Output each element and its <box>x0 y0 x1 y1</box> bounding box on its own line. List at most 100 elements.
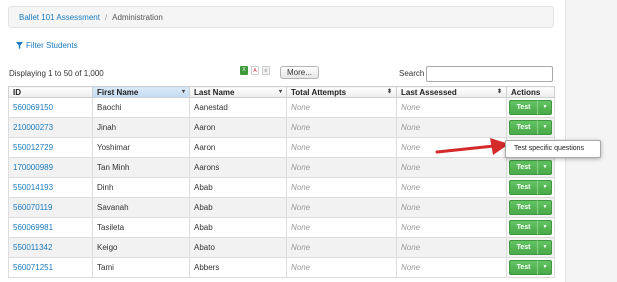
cell-id: 560069150 <box>8 97 93 118</box>
cell-total-attempts: None <box>286 217 397 238</box>
table-header-row: ID First Name ▾ Last Name ▾ Total Attempts… <box>8 86 555 98</box>
cell-last-name: Abbers <box>189 257 287 278</box>
table-row: 560070119 Savanah Abab None None Test ▼ <box>8 197 555 218</box>
column-header-total-attempts[interactable]: Total Attempts ⬍ <box>286 86 397 98</box>
cell-last-name: Aanestad <box>189 97 287 118</box>
cell-first-name: Baochi <box>92 97 190 118</box>
chevron-down-icon[interactable]: ▼ <box>537 120 553 135</box>
cell-actions: Test▼ <box>506 237 555 258</box>
test-split-button: Test▼ <box>508 180 553 195</box>
table-row: 560069150 Baochi Aanestad None None Test ▼ <box>8 97 555 118</box>
table-row: 560071251 Tami Abbers None None Test ▼ <box>8 257 555 278</box>
test-split-button: Test▼ <box>508 120 553 135</box>
chevron-down-icon[interactable]: ▼ <box>537 260 553 275</box>
test-split-button: Test▼ <box>508 100 553 115</box>
funnel-icon <box>16 42 23 49</box>
cell-last-assessed: None <box>396 257 507 278</box>
cell-id: 170000989 <box>8 157 93 178</box>
chevron-down-icon[interactable]: ▼ <box>537 180 553 195</box>
cell-id: 210000273 <box>8 117 93 138</box>
search-label: Search <box>399 69 425 78</box>
cell-first-name: Jinah <box>92 117 190 138</box>
export-icons: X A ≡ <box>240 66 270 75</box>
test-button[interactable]: Test <box>508 220 538 235</box>
table-row: 210000273 Jinah Aaron None None Test ▼ <box>8 117 555 138</box>
cell-last-assessed: None <box>396 197 507 218</box>
sort-icon: ⬍ <box>386 89 392 95</box>
test-split-button: Test▼ <box>508 240 553 255</box>
test-button[interactable]: Test <box>508 200 538 215</box>
test-button[interactable]: Test <box>508 100 538 115</box>
cell-id: 550011342 <box>8 237 93 258</box>
cell-last-name: Aarons <box>189 157 287 178</box>
column-header-first-name[interactable]: First Name ▾ <box>92 86 190 98</box>
test-specific-questions-tooltip[interactable]: Test specific questions <box>505 140 601 158</box>
table-row: 560069981 Tasileta Abab None None Test ▼ <box>8 217 555 238</box>
cell-last-name: Abab <box>189 177 287 198</box>
cell-last-assessed: None <box>396 237 507 258</box>
test-split-button: Test▼ <box>508 200 553 215</box>
table-row: 170000989 Tan Minh Aarons None None Test ▼ <box>8 157 555 178</box>
table-row: 550014193 Dinh Abab None None Test ▼ <box>8 177 555 198</box>
cell-actions: Test▼ <box>506 177 555 198</box>
cell-id: 550012729 <box>8 137 93 158</box>
cell-last-name: Abab <box>189 197 287 218</box>
cell-total-attempts: None <box>286 197 397 218</box>
breadcrumb: Ballet 101 Assessment / Administration <box>8 6 554 28</box>
column-header-actions: Actions <box>506 86 555 98</box>
cell-first-name: Tan Minh <box>92 157 190 178</box>
cell-total-attempts: None <box>286 97 397 118</box>
cell-actions: Test▼ <box>506 197 555 218</box>
breadcrumb-course-link[interactable]: Ballet 101 Assessment <box>19 13 100 22</box>
student-id-link[interactable]: 560070119 <box>13 203 52 212</box>
student-id-link[interactable]: 550011342 <box>13 243 52 252</box>
table-row: 550011342 Keigo Abato None None Test ▼ <box>8 237 555 258</box>
chevron-down-icon[interactable]: ▼ <box>537 220 553 235</box>
cell-id: 560070119 <box>8 197 93 218</box>
breadcrumb-current: Administration <box>112 12 163 22</box>
cell-last-assessed: None <box>396 177 507 198</box>
test-button[interactable]: Test <box>508 240 538 255</box>
table-row: 550012729YoshimarAaronNoneNoneTest▼ <box>8 137 555 158</box>
search-input[interactable] <box>426 66 553 82</box>
column-header-last-assessed[interactable]: Last Assessed ⬍ <box>396 86 507 98</box>
cell-last-assessed: None <box>396 97 507 118</box>
cell-total-attempts: None <box>286 257 397 278</box>
student-id-link[interactable]: 560071251 <box>13 263 53 272</box>
cell-id: 550014193 <box>8 177 93 198</box>
sort-icon: ⬍ <box>496 89 502 95</box>
cell-last-assessed: None <box>396 137 507 158</box>
students-table: ID First Name ▾ Last Name ▾ Total Attempts… <box>8 86 555 278</box>
column-header-id[interactable]: ID <box>8 86 93 98</box>
test-split-button: Test▼ <box>508 260 553 275</box>
cell-actions: Test▼ <box>506 257 555 278</box>
chevron-down-icon[interactable]: ▼ <box>537 100 553 115</box>
student-id-link[interactable]: 550014193 <box>13 183 53 192</box>
cell-last-assessed: None <box>396 157 507 178</box>
print-icon[interactable]: ≡ <box>262 66 270 75</box>
student-id-link[interactable]: 560069981 <box>13 223 53 232</box>
pdf-icon[interactable]: A <box>251 66 259 75</box>
student-id-link[interactable]: 550012729 <box>13 143 53 152</box>
cell-actions: Test▼ <box>506 117 555 138</box>
cell-last-name: Aaron <box>189 117 287 138</box>
chevron-down-icon[interactable]: ▼ <box>537 200 553 215</box>
test-button[interactable]: Test <box>508 120 538 135</box>
cell-total-attempts: None <box>286 117 397 138</box>
more-button[interactable]: More... <box>280 66 319 79</box>
test-button[interactable]: Test <box>508 160 538 175</box>
test-button[interactable]: Test <box>508 260 538 275</box>
chevron-down-icon[interactable]: ▼ <box>537 240 553 255</box>
filter-students-link[interactable]: Filter Students <box>16 41 78 50</box>
cell-total-attempts: None <box>286 137 397 158</box>
excel-icon[interactable]: X <box>240 66 248 75</box>
student-id-link[interactable]: 560069150 <box>13 103 53 112</box>
cell-id: 560071251 <box>8 257 93 278</box>
student-id-link[interactable]: 210000273 <box>13 123 53 132</box>
chevron-down-icon[interactable]: ▼ <box>537 160 553 175</box>
column-header-last-name[interactable]: Last Name ▾ <box>189 86 287 98</box>
student-id-link[interactable]: 170000989 <box>13 163 53 172</box>
test-button[interactable]: Test <box>508 180 538 195</box>
cell-id: 560069981 <box>8 217 93 238</box>
cell-first-name: Yoshimar <box>92 137 190 158</box>
